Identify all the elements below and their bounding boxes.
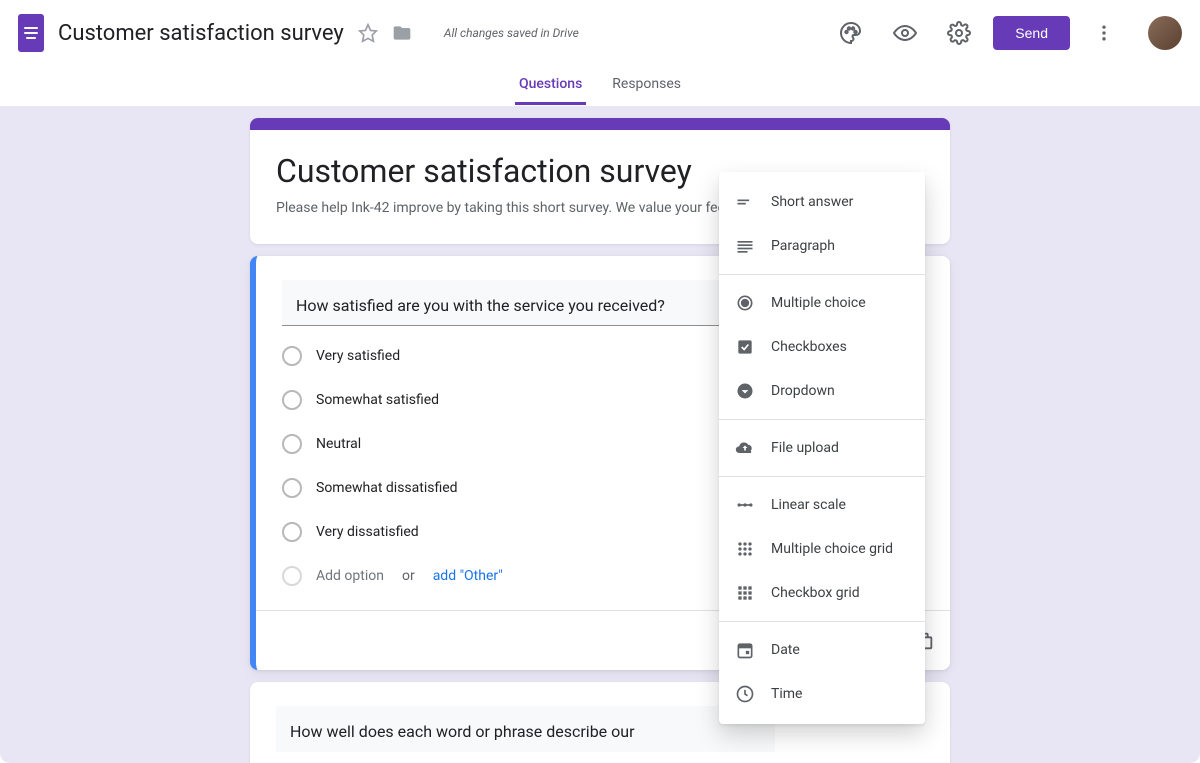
menu-item-short-answer[interactable]: Short answer bbox=[719, 180, 925, 224]
cloud-upload-icon bbox=[735, 438, 755, 458]
preview-icon[interactable] bbox=[885, 13, 925, 53]
question-type-menu: Short answer Paragraph Multiple choice C… bbox=[719, 172, 925, 724]
radio-icon bbox=[735, 293, 755, 313]
send-button[interactable]: Send bbox=[993, 16, 1070, 50]
radio-icon bbox=[282, 390, 302, 410]
menu-divider bbox=[719, 419, 925, 420]
avatar[interactable] bbox=[1148, 16, 1182, 50]
checkbox-icon bbox=[735, 337, 755, 357]
add-option-button[interactable]: Add option bbox=[316, 568, 384, 584]
grid-dots-icon bbox=[735, 539, 755, 559]
menu-divider bbox=[719, 476, 925, 477]
form-canvas: Customer satisfaction survey Please help… bbox=[0, 106, 1200, 763]
forms-logo-icon[interactable] bbox=[18, 14, 44, 52]
option-label[interactable]: Neutral bbox=[316, 436, 361, 452]
grid-squares-icon bbox=[735, 583, 755, 603]
menu-item-linear-scale[interactable]: Linear scale bbox=[719, 483, 925, 527]
linear-scale-icon bbox=[735, 495, 755, 515]
menu-item-checkboxes[interactable]: Checkboxes bbox=[719, 325, 925, 369]
option-label[interactable]: Very dissatisfied bbox=[316, 524, 419, 540]
calendar-icon bbox=[735, 640, 755, 660]
menu-item-multiple-choice[interactable]: Multiple choice bbox=[719, 281, 925, 325]
question-title-input[interactable]: How well does each word or phrase descri… bbox=[276, 706, 775, 752]
menu-item-dropdown[interactable]: Dropdown bbox=[719, 369, 925, 413]
menu-item-date[interactable]: Date bbox=[719, 628, 925, 672]
paragraph-icon bbox=[735, 236, 755, 256]
add-other-button[interactable]: add "Other" bbox=[433, 568, 503, 584]
more-icon[interactable] bbox=[1084, 13, 1124, 53]
settings-icon[interactable] bbox=[939, 13, 979, 53]
folder-icon[interactable] bbox=[392, 23, 412, 43]
tab-questions[interactable]: Questions bbox=[515, 66, 586, 105]
menu-item-file-upload[interactable]: File upload bbox=[719, 426, 925, 470]
document-title[interactable]: Customer satisfaction survey bbox=[58, 21, 344, 46]
dropdown-icon bbox=[735, 381, 755, 401]
radio-icon bbox=[282, 522, 302, 542]
or-text: or bbox=[402, 568, 415, 584]
radio-icon bbox=[282, 566, 302, 586]
tab-responses[interactable]: Responses bbox=[608, 66, 685, 105]
menu-item-paragraph[interactable]: Paragraph bbox=[719, 224, 925, 268]
menu-item-mc-grid[interactable]: Multiple choice grid bbox=[719, 527, 925, 571]
menu-divider bbox=[719, 621, 925, 622]
radio-icon bbox=[282, 434, 302, 454]
save-status: All changes saved in Drive bbox=[444, 26, 579, 40]
menu-item-time[interactable]: Time bbox=[719, 672, 925, 716]
tabs: Questions Responses bbox=[0, 66, 1200, 106]
short-answer-icon bbox=[735, 192, 755, 212]
top-bar: Customer satisfaction survey All changes… bbox=[0, 0, 1200, 66]
menu-item-checkbox-grid[interactable]: Checkbox grid bbox=[719, 571, 925, 615]
radio-icon bbox=[282, 346, 302, 366]
app-frame: { "header": { "doc_title": "Customer sat… bbox=[0, 0, 1200, 763]
menu-divider bbox=[719, 274, 925, 275]
option-label[interactable]: Somewhat satisfied bbox=[316, 392, 439, 408]
palette-icon[interactable] bbox=[831, 13, 871, 53]
clock-icon bbox=[735, 684, 755, 704]
star-icon[interactable] bbox=[358, 23, 378, 43]
option-label[interactable]: Very satisfied bbox=[316, 348, 400, 364]
radio-icon bbox=[282, 478, 302, 498]
option-label[interactable]: Somewhat dissatisfied bbox=[316, 480, 458, 496]
